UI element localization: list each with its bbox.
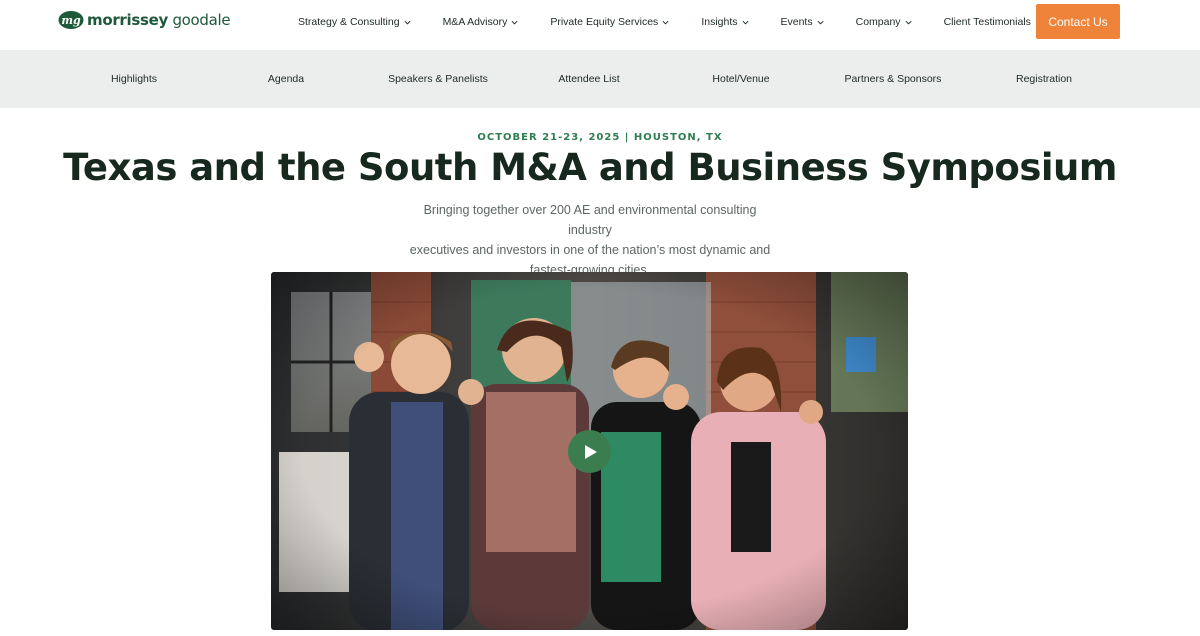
- nav-item-private-equity-services[interactable]: Private Equity Services: [550, 16, 669, 28]
- chevron-down-icon: [662, 20, 669, 25]
- nav-item-label: Events: [780, 16, 813, 28]
- video-play-button[interactable]: [568, 430, 611, 473]
- event-video[interactable]: [271, 272, 908, 630]
- page-title: Texas and the South M&A and Business Sym…: [63, 146, 1117, 189]
- nav-item-client-testimonials[interactable]: Client Testimonials: [944, 16, 1031, 28]
- intro-text: Bringing together over 200 AE and enviro…: [400, 200, 780, 280]
- nav-item-company[interactable]: Company: [856, 16, 912, 28]
- nav-item-insights[interactable]: Insights: [701, 16, 748, 28]
- chevron-down-icon: [905, 20, 912, 25]
- nav-item-m-a-advisory[interactable]: M&A Advisory: [443, 16, 519, 28]
- chevron-down-icon: [742, 20, 748, 25]
- play-icon: [585, 444, 597, 459]
- contact-us-button[interactable]: Contact Us: [1036, 4, 1120, 39]
- nav-item-label: M&A Advisory: [442, 16, 508, 28]
- nav-item-label: Company: [855, 16, 901, 28]
- intro-line: Bringing together over 200 AE and enviro…: [423, 203, 757, 237]
- intro-line: executives and investors in one of the n…: [409, 243, 771, 257]
- subnav-item-hotel-venue[interactable]: Hotel/Venue: [712, 50, 769, 108]
- chevron-down-icon: [404, 20, 411, 25]
- nav-item-events[interactable]: Events: [781, 16, 824, 28]
- nav-item-label: Insights: [701, 16, 738, 28]
- nav-item-label: Client Testimonials: [943, 16, 1031, 28]
- main-nav: Strategy & Consulting M&A Advisory Private…: [298, 0, 1031, 44]
- subnav-item-agenda[interactable]: Agenda: [268, 50, 304, 108]
- event-subnav: Highlights Agenda Speakers & Panelists Atte…: [0, 50, 1200, 108]
- chevron-down-icon: [511, 20, 518, 25]
- subnav-item-attendee-list[interactable]: Attendee List: [558, 50, 619, 108]
- chevron-down-icon: [817, 20, 824, 25]
- subnav-item-partners-sponsors[interactable]: Partners & Sponsors: [845, 50, 942, 108]
- subnav-item-highlights[interactable]: Highlights: [111, 50, 157, 108]
- svg-text:mg: mg: [61, 14, 81, 27]
- subnav-item-registration[interactable]: Registration: [1016, 50, 1072, 108]
- nav-item-strategy-consulting[interactable]: Strategy & Consulting: [298, 16, 411, 28]
- event-date: OCTOBER 21-23, 2025 | HOUSTON, TX: [477, 132, 723, 143]
- brand-logo[interactable]: mg morrissey goodale: [58, 9, 231, 31]
- nav-item-label: Strategy & Consulting: [298, 16, 400, 28]
- brand-name: morrissey goodale: [87, 11, 231, 29]
- subnav-item-speakers-panelists[interactable]: Speakers & Panelists: [388, 50, 488, 108]
- site-header: mg morrissey goodale Strategy & Consulti…: [0, 0, 1200, 50]
- brand-logo-mark: mg: [58, 11, 84, 29]
- nav-item-label: Private Equity Services: [550, 16, 659, 28]
